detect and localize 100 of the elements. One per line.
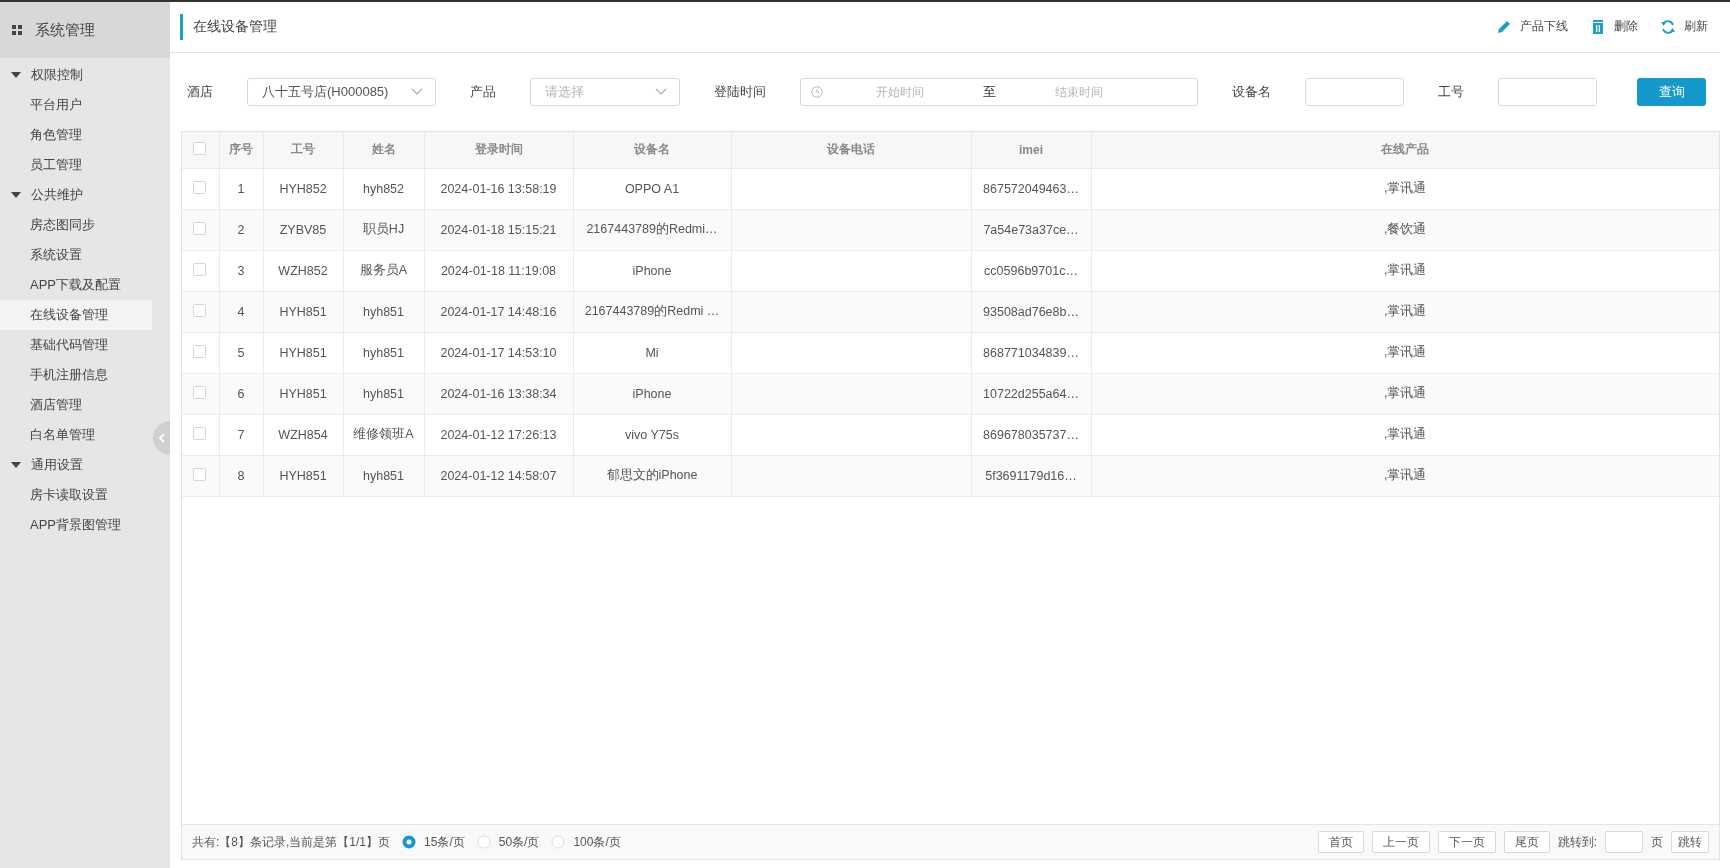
table-cell: 4 xyxy=(219,291,263,333)
sidebar-item[interactable]: 白名单管理 xyxy=(0,420,152,450)
end-date-input[interactable]: 结束时间 xyxy=(1002,83,1156,100)
table-cell: 2024-01-16 13:58:19 xyxy=(424,168,573,210)
table-cell: 2167443789的Redmi… xyxy=(573,209,731,251)
toolbar-button[interactable]: 产品下线 xyxy=(1496,18,1568,36)
table-cell: 服务员A xyxy=(343,250,424,292)
table-cell: Mi xyxy=(573,332,731,374)
filter-label: 酒店 xyxy=(187,82,213,101)
page-unit-label: 页 xyxy=(1651,833,1663,851)
select-field[interactable]: 八十五号店(H000085) xyxy=(247,77,436,106)
checkbox[interactable] xyxy=(193,141,206,155)
column-header: imei xyxy=(971,131,1091,169)
table-cell: ,掌讯通 xyxy=(1091,250,1719,292)
radio-button[interactable] xyxy=(402,835,417,849)
table-cell: 8 xyxy=(219,455,263,497)
table-cell: hyh851 xyxy=(343,332,424,374)
table-cell: 维修领班A xyxy=(343,414,424,456)
radio-label[interactable]: 100条/页 xyxy=(573,833,621,851)
page-button[interactable]: 首页 xyxy=(1317,831,1364,853)
date-range-field[interactable]: 开始时间 至 结束时间 xyxy=(800,77,1198,106)
table-cell: 2024-01-12 14:58:07 xyxy=(424,455,573,497)
sidebar-item[interactable]: 房卡读取设置 xyxy=(0,480,152,510)
column-header: 设备名 xyxy=(573,131,731,169)
table-cell: 10722d255a64… xyxy=(971,373,1091,415)
filter-label: 登陆时间 xyxy=(714,82,766,101)
toolbar-button[interactable]: 刷新 xyxy=(1660,18,1708,36)
table-cell: 2024-01-16 13:38:34 xyxy=(424,373,573,415)
checkbox[interactable] xyxy=(193,303,206,317)
table-cell: 职员HJ xyxy=(343,209,424,251)
record-summary: 共有:【8】条记录,当前是第【1/1】页 xyxy=(192,833,391,851)
sidebar-item[interactable]: 员工管理 xyxy=(0,150,152,180)
checkbox[interactable] xyxy=(193,180,206,194)
column-header: 工号 xyxy=(263,131,343,169)
collapse-handle[interactable] xyxy=(153,421,170,455)
radio-label[interactable]: 15条/页 xyxy=(424,833,465,851)
checkbox[interactable] xyxy=(193,385,206,399)
table-cell: ,掌讯通 xyxy=(1091,373,1719,415)
table-cell: HYH851 xyxy=(263,455,343,497)
page-title: 在线设备管理 xyxy=(193,17,278,36)
sidebar-item[interactable]: 房态图同步 xyxy=(0,210,152,240)
sidebar-item[interactable]: 在线设备管理 xyxy=(0,300,152,330)
sidebar-group[interactable]: 权限控制 xyxy=(31,66,83,84)
radio-label[interactable]: 50条/页 xyxy=(498,833,540,851)
filter-label: 工号 xyxy=(1438,82,1464,101)
checkbox[interactable] xyxy=(193,467,206,481)
column-header: 登录时间 xyxy=(424,131,573,169)
table-cell: ,掌讯通 xyxy=(1091,291,1719,333)
table-cell: 93508ad76e8b… xyxy=(971,291,1091,333)
page-input[interactable] xyxy=(1605,831,1643,853)
table-cell: 郁思文的iPhone xyxy=(573,455,731,497)
page-button[interactable]: 尾页 xyxy=(1503,831,1550,853)
table-cell: 869678035737… xyxy=(971,414,1091,456)
table-cell: 1 xyxy=(219,168,263,210)
radio-button[interactable] xyxy=(551,835,566,849)
sidebar-item[interactable]: APP下载及配置 xyxy=(0,270,152,300)
sidebar-item[interactable]: APP背景图管理 xyxy=(0,510,152,540)
checkbox[interactable] xyxy=(193,344,206,358)
sidebar-item[interactable]: 平台用户 xyxy=(0,90,152,120)
sidebar-group[interactable]: 公共维护 xyxy=(31,186,83,204)
chevron-down-icon xyxy=(411,88,423,96)
table-cell: 2024-01-17 14:48:16 xyxy=(424,291,573,333)
table-cell: 2167443789的Redmi … xyxy=(573,291,731,333)
jump-button[interactable]: 跳转 xyxy=(1671,831,1709,853)
page-button[interactable]: 下一页 xyxy=(1437,831,1496,853)
toolbar-button[interactable]: 删除 xyxy=(1590,18,1638,36)
filter-label: 设备名 xyxy=(1232,82,1271,101)
pencil-icon xyxy=(1496,18,1512,35)
table-cell: 7a54e73a37ce… xyxy=(971,209,1091,251)
table-cell: iPhone xyxy=(573,250,731,292)
table-cell: hyh851 xyxy=(343,455,424,497)
table-cell: 2024-01-12 17:26:13 xyxy=(424,414,573,456)
checkbox[interactable] xyxy=(193,262,206,276)
table-cell: WZH854 xyxy=(263,414,343,456)
table-cell: iPhone xyxy=(573,373,731,415)
checkbox[interactable] xyxy=(193,221,206,235)
table-cell: HYH851 xyxy=(263,332,343,374)
grid-icon xyxy=(12,25,22,35)
table-cell: 7 xyxy=(219,414,263,456)
page-button[interactable]: 上一页 xyxy=(1371,831,1430,853)
sidebar-group[interactable]: 通用设置 xyxy=(31,456,83,474)
text-field[interactable] xyxy=(1305,77,1404,106)
radio-button[interactable] xyxy=(476,835,491,849)
sidebar-item[interactable]: 手机注册信息 xyxy=(0,360,152,390)
column-header: 设备电话 xyxy=(731,131,971,169)
start-date-input[interactable]: 开始时间 xyxy=(823,83,977,100)
table-cell: hyh851 xyxy=(343,291,424,333)
sidebar-item[interactable]: 系统设置 xyxy=(0,240,152,270)
column-header: 序号 xyxy=(219,131,263,169)
sidebar-item[interactable]: 基础代码管理 xyxy=(0,330,152,360)
table-cell: 2 xyxy=(219,209,263,251)
checkbox[interactable] xyxy=(193,426,206,440)
text-field[interactable] xyxy=(1498,77,1597,106)
chevron-down-icon xyxy=(655,88,667,96)
sidebar-item[interactable]: 角色管理 xyxy=(0,120,152,150)
clock-icon xyxy=(811,85,823,98)
table-cell: 2024-01-18 15:15:21 xyxy=(424,209,573,251)
sidebar-item[interactable]: 酒店管理 xyxy=(0,390,152,420)
table-cell: 867572049463… xyxy=(971,168,1091,210)
table-cell: vivo Y75s xyxy=(573,414,731,456)
